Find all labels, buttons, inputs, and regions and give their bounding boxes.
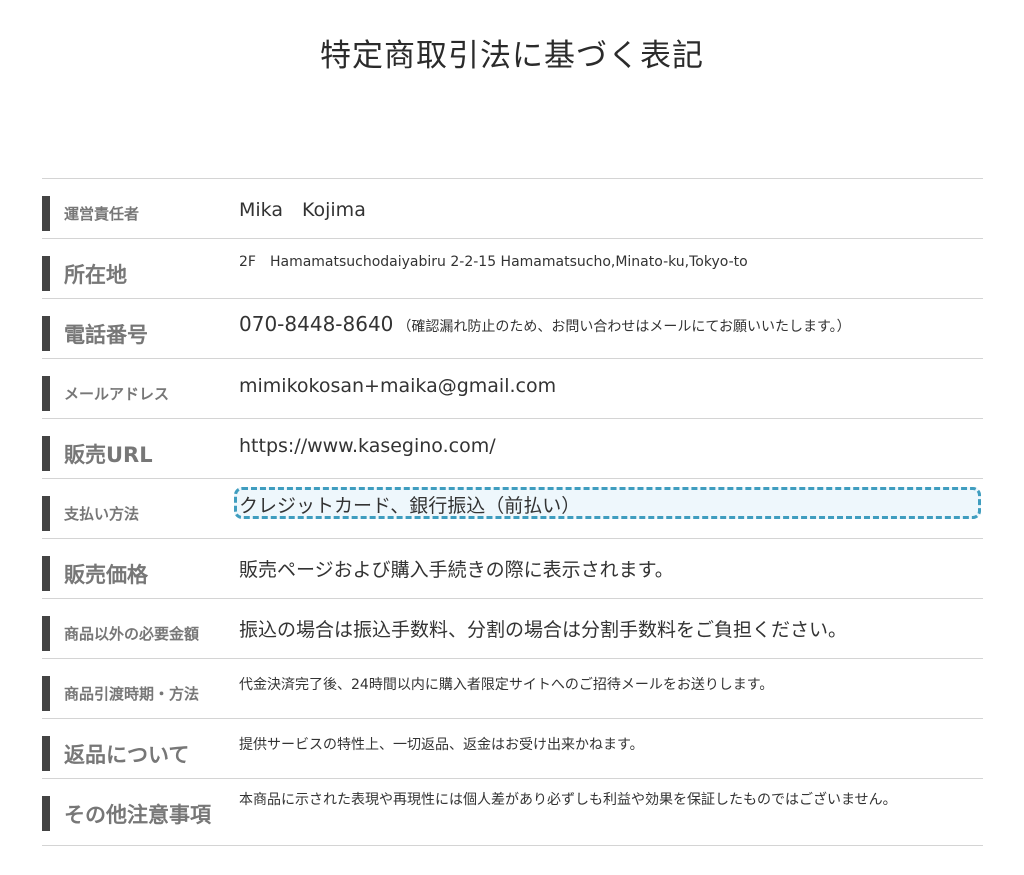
row-label: 電話番号 xyxy=(64,323,148,347)
table-row: 販売URL https://www.kasegino.com/ xyxy=(42,419,983,479)
table-row: 所在地 2F Hamamatsuchodaiyabiru 2-2-15 Hama… xyxy=(42,239,983,299)
row-label: 所在地 xyxy=(64,263,127,287)
row-value: クレジットカード、銀行振込（前払い） xyxy=(239,495,581,517)
row-label: 支払い方法 xyxy=(64,505,140,523)
row-marker xyxy=(42,616,50,651)
table-row: 支払い方法 クレジットカード、銀行振込（前払い） xyxy=(42,479,983,539)
row-marker xyxy=(42,496,50,531)
row-marker xyxy=(42,436,50,471)
phone-note: （確認漏れ防止のため、お問い合わせはメールにてお願いいたします。） xyxy=(397,319,851,335)
table-row: 返品について 提供サービスの特性上、一切返品、返金はお受け出来かねます。 xyxy=(42,719,983,779)
row-value: 振込の場合は振込手数料、分割の場合は分割手数料をご負担ください。 xyxy=(239,619,848,641)
row-marker xyxy=(42,676,50,711)
table-row: 運営責任者 Mika Kojima xyxy=(42,179,983,239)
row-marker xyxy=(42,376,50,411)
row-value: 本商品に示された表現や再現性には個人差があり必ずしも利益や効果を保証したものでは… xyxy=(239,792,897,808)
row-value: 2F Hamamatsuchodaiyabiru 2-2-15 Hamamats… xyxy=(239,254,748,270)
row-value: Mika Kojima xyxy=(239,199,366,221)
row-label: 商品以外の必要金額 xyxy=(64,625,200,643)
row-label: 運営責任者 xyxy=(64,205,140,223)
row-label: メールアドレス xyxy=(64,385,170,403)
sales-url-link[interactable]: https://www.kasegino.com/ xyxy=(239,435,983,457)
row-marker xyxy=(42,196,50,231)
phone-number[interactable]: 070-8448-8640 xyxy=(239,312,393,336)
row-value: 販売ページおよび購入手続きの際に表示されます。 xyxy=(239,559,674,581)
table-row: 商品引渡時期・方法 代金決済完了後、24時間以内に購入者限定サイトへのご招待メー… xyxy=(42,659,983,719)
row-marker xyxy=(42,796,50,831)
row-label: 販売価格 xyxy=(64,563,148,587)
row-label: 販売URL xyxy=(64,443,153,467)
row-label: その他注意事項 xyxy=(64,803,211,827)
row-value: 070-8448-8640 （確認漏れ防止のため、お問い合わせはメールにてお願いい… xyxy=(239,312,983,336)
row-value: 提供サービスの特性上、一切返品、返金はお受け出来かねます。 xyxy=(239,737,644,753)
row-marker xyxy=(42,316,50,351)
row-marker xyxy=(42,256,50,291)
table-row: その他注意事項 本商品に示された表現や再現性には個人差があり必ずしも利益や効果を… xyxy=(42,779,983,846)
row-label: 商品引渡時期・方法 xyxy=(64,685,200,703)
table-row: メールアドレス mimikokosan+maika@gmail.com xyxy=(42,359,983,419)
table-row: 販売価格 販売ページおよび購入手続きの際に表示されます。 xyxy=(42,539,983,599)
info-table: 運営責任者 Mika Kojima 所在地 2F Hamamatsuchodai… xyxy=(42,178,983,846)
table-row: 商品以外の必要金額 振込の場合は振込手数料、分割の場合は分割手数料をご負担くださ… xyxy=(42,599,983,659)
email-link[interactable]: mimikokosan+maika@gmail.com xyxy=(239,375,983,397)
table-row: 電話番号 070-8448-8640 （確認漏れ防止のため、お問い合わせはメールに… xyxy=(42,299,983,359)
row-value: 代金決済完了後、24時間以内に購入者限定サイトへのご招待メールをお送りします。 xyxy=(239,677,774,693)
page-title: 特定商取引法に基づく表記 xyxy=(320,38,704,74)
row-marker xyxy=(42,556,50,591)
row-label: 返品について xyxy=(64,743,190,767)
row-marker xyxy=(42,736,50,771)
